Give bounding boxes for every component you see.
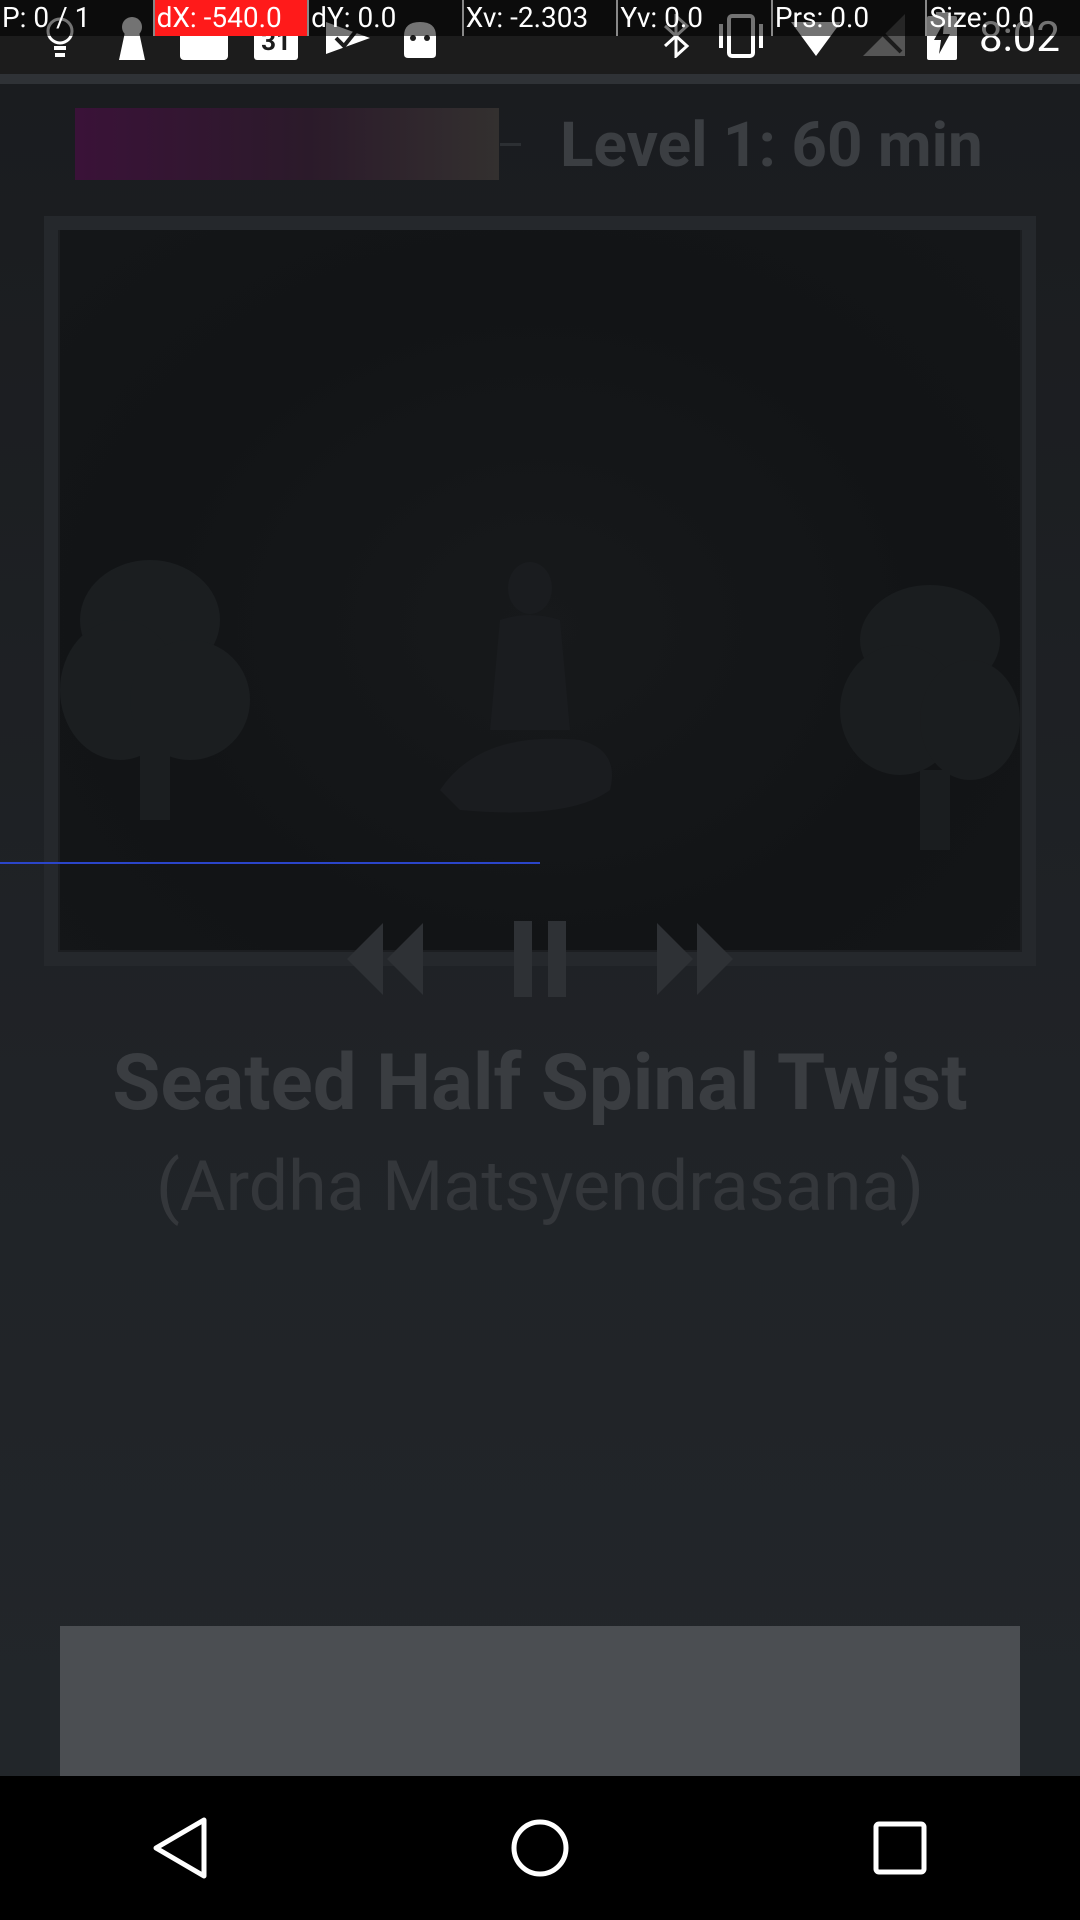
pointer-overlay-cell: dY: 0.0 bbox=[307, 0, 462, 36]
playback-controls bbox=[330, 914, 750, 1004]
recents-button[interactable] bbox=[840, 1788, 960, 1908]
yoga-session-screen: Level 1: 60 min Seated Half Spinal Twist… bbox=[0, 74, 1080, 1776]
session-progress-fill bbox=[75, 108, 499, 180]
pointer-overlay-cell: dX: -540.0 bbox=[152, 0, 308, 36]
pose-subtitle: (Ardha Matsyendrasana) bbox=[155, 1146, 925, 1228]
pointer-overlay-cell: Xv: -2.303 bbox=[461, 0, 617, 36]
plant-right-image bbox=[840, 585, 1020, 850]
back-button[interactable] bbox=[120, 1788, 240, 1908]
session-progress-remaining bbox=[500, 143, 521, 146]
fast-forward-button[interactable] bbox=[652, 914, 742, 1004]
home-button[interactable] bbox=[480, 1788, 600, 1908]
pause-icon bbox=[514, 921, 566, 997]
pointer-overlay-cell: Yv: 0.0 bbox=[616, 0, 771, 36]
back-icon bbox=[153, 1817, 207, 1879]
video-scrub-line[interactable] bbox=[0, 862, 540, 864]
bottom-panel[interactable] bbox=[60, 1626, 1020, 1776]
status-bar: 31 8:02 P: 0 / 1 dX: -540.0 dY: 0.0 Xv: -2.… bbox=[0, 0, 1080, 74]
pointer-location-overlay: P: 0 / 1 dX: -540.0 dY: 0.0 Xv: -2.303 Yv: 0… bbox=[0, 0, 1080, 36]
top-divider bbox=[0, 74, 1080, 84]
plant-left-image bbox=[60, 560, 250, 820]
pointer-overlay-cell: P: 0 / 1 bbox=[2, 1, 91, 34]
session-progress-bar bbox=[75, 108, 521, 180]
fast-forward-icon bbox=[657, 923, 733, 995]
rewind-icon bbox=[347, 923, 423, 995]
pause-button[interactable] bbox=[495, 914, 585, 1004]
yogi-figure-image bbox=[440, 562, 612, 813]
video-player[interactable] bbox=[60, 230, 1020, 950]
recents-icon bbox=[873, 1821, 927, 1875]
level-label: Level 1: 60 min bbox=[560, 109, 983, 182]
home-icon bbox=[511, 1819, 569, 1877]
pointer-overlay-cell: Prs: 0.0 bbox=[770, 0, 926, 36]
rewind-button[interactable] bbox=[338, 914, 428, 1004]
navigation-bar bbox=[0, 1776, 1080, 1920]
pose-title: Seated Half Spinal Twist bbox=[112, 1038, 968, 1129]
pointer-overlay-cell: Size: 0.0 bbox=[925, 0, 1080, 36]
